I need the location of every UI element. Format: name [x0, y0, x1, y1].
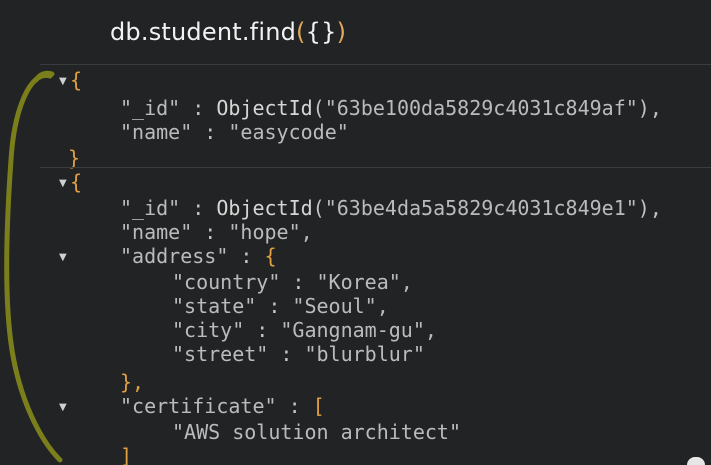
doc2-address-line: "address" : { [120, 244, 277, 268]
doc2-certificate-line: "certificate" : [ [120, 394, 325, 418]
doc2-country-line: "country" : "Korea", [172, 270, 413, 294]
doc2-state-line: "state" : "Seoul", [172, 294, 389, 318]
doc2-city-line: "city" : "Gangnam-gu", [172, 318, 437, 342]
code-screen: db.student.find({}) ▼ { "_id" : ObjectId… [0, 0, 711, 465]
doc2-address-close: }, [120, 370, 145, 394]
doc2-id-line: "_id" : ObjectId("63be4da5a5829c4031c849… [120, 196, 662, 220]
divider [40, 64, 711, 65]
doc2-open-brace: { [70, 170, 83, 194]
doc1-open-brace: { [70, 68, 83, 92]
doc2-name-line: "name" : "hope", [120, 220, 313, 244]
query-prefix: db.student.find [110, 18, 297, 46]
doc1-id-line: "_id" : ObjectId("63be100da5829c4031c849… [120, 96, 662, 120]
doc2-street-line: "street" : "blurblur" [172, 342, 425, 366]
query-close-paren: ) [336, 18, 347, 46]
query-open-paren: ( [296, 18, 306, 46]
doc2-certificate-close: ] [120, 444, 133, 465]
collapse-toggle-icon[interactable]: ▼ [59, 178, 67, 189]
collapse-toggle-icon[interactable]: ▼ [59, 252, 67, 263]
query-braces: {} [305, 18, 337, 46]
collapse-toggle-icon[interactable]: ▼ [59, 402, 67, 413]
scroll-thumb[interactable] [687, 457, 705, 465]
annotation-bracket [4, 70, 63, 463]
divider [40, 167, 711, 168]
collapse-toggle-icon[interactable]: ▼ [59, 76, 67, 87]
doc2-certificate-item: "AWS solution architect" [172, 420, 461, 444]
doc1-name-line: "name" : "easycode" [120, 120, 349, 144]
query-command: db.student.find({}) [110, 18, 346, 46]
